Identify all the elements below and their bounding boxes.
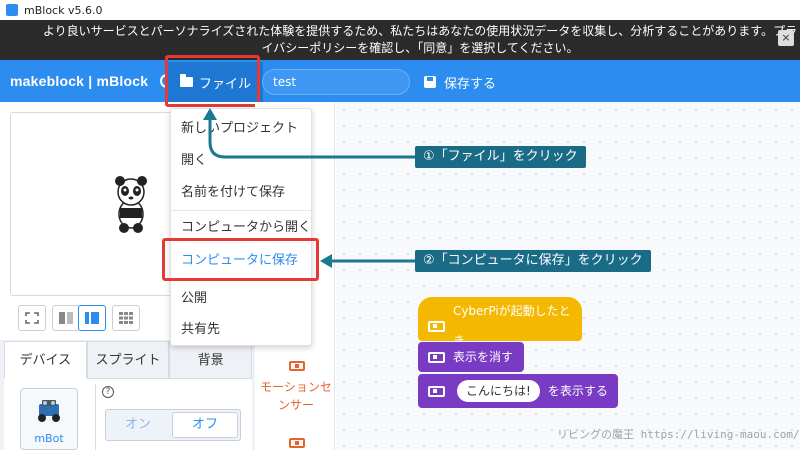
file-dropdown-menu: 新しいプロジェクト 開く 名前を付けて保存 コンピュータから開く コンピュータに… <box>170 108 313 346</box>
grid-icon <box>119 312 133 324</box>
notice-line-2: イバシーポリシーを確認し、「同意」を選択してください。 <box>261 41 579 55</box>
callout-step-2: ②「コンピュータに保存」をクリック <box>415 250 651 272</box>
fullscreen-icon <box>25 312 39 324</box>
show-text-block[interactable]: こんにちは! を表示する <box>418 374 618 408</box>
menu-item-open[interactable]: 開く <box>171 145 313 177</box>
file-menu-label: ファイル <box>199 76 252 92</box>
menu-item-open-from-computer[interactable]: コンピュータから開く <box>171 212 313 244</box>
panda-sprite[interactable] <box>112 176 150 234</box>
watermark: リビングの魔王 https://living-maou.com/ <box>557 428 800 441</box>
tab-sprites[interactable]: スプライト <box>86 341 170 379</box>
clear-display-block[interactable]: 表示を消す <box>418 342 524 372</box>
window-title: mBlock v5.6.0 <box>24 3 103 17</box>
cyberpi-icon <box>428 320 445 332</box>
large-stage-icon <box>85 312 99 324</box>
clear-block-label: 表示を消す <box>453 350 514 364</box>
fullscreen-button[interactable] <box>18 305 46 331</box>
large-stage-button[interactable] <box>78 305 106 331</box>
tab-devices[interactable]: デバイス <box>4 341 87 379</box>
mbot-robot-icon <box>38 400 60 422</box>
category-motion-sensor[interactable]: モーションセンサー <box>259 378 333 414</box>
online-offline-toggle: オン オフ <box>105 409 241 441</box>
save-button-label: 保存する <box>444 76 497 92</box>
menu-bar: makeblock | mBlock ファイル 保存する <box>0 60 800 102</box>
folder-icon <box>180 74 193 87</box>
project-name-input[interactable] <box>262 69 410 95</box>
small-stage-icon <box>59 312 73 324</box>
window-titlebar: mBlock v5.6.0 <box>0 0 800 20</box>
menu-item-save-as[interactable]: 名前を付けて保存 <box>171 177 313 209</box>
menu-item-new-project[interactable]: 新しいプロジェクト <box>171 113 313 145</box>
file-menu-button[interactable]: ファイル <box>168 62 264 102</box>
mblock-app-icon <box>6 4 18 16</box>
close-icon[interactable]: × <box>778 30 794 46</box>
tab-backdrops[interactable]: 背景 <box>169 341 253 379</box>
menu-item-save-to-computer[interactable]: コンピュータに保存 <box>171 245 313 277</box>
privacy-notice: より良いサービスとパーソナライズされた体験を提供するため、私たちはあなたの使用状… <box>0 20 800 60</box>
save-button[interactable]: 保存する <box>424 70 496 94</box>
mblock-logo: makeblock | mBlock <box>10 73 149 89</box>
toggle-on[interactable]: オン <box>106 410 170 440</box>
show-block-suffix: を表示する <box>547 384 608 398</box>
menu-item-share[interactable]: 共有先 <box>171 314 313 346</box>
grid-view-button[interactable] <box>112 305 140 331</box>
menu-separator <box>171 210 313 211</box>
save-disk-icon <box>424 76 436 88</box>
panel-tabs: デバイス スプライト 背景 <box>4 341 253 379</box>
cyberpi-icon <box>428 385 445 397</box>
show-text-value[interactable]: こんにちは! <box>457 380 540 402</box>
help-icon[interactable]: ? <box>102 386 114 398</box>
motion-sensor-icon[interactable] <box>289 361 305 371</box>
cyberpi-icon <box>428 351 445 363</box>
panel-divider <box>95 384 96 450</box>
toggle-off[interactable]: オフ <box>172 412 238 438</box>
small-stage-button[interactable] <box>52 305 80 331</box>
when-cyberpi-starts-block[interactable]: CyberPiが起動したとき <box>418 297 582 348</box>
next-category-icon[interactable] <box>289 438 305 448</box>
menu-separator <box>171 280 313 281</box>
notice-line-1: より良いサービスとパーソナライズされた体験を提供するため、私たちはあなたの使用状… <box>42 24 798 38</box>
menu-item-publish[interactable]: 公開 <box>171 283 313 315</box>
callout-step-1: ①「ファイル」をクリック <box>415 146 586 168</box>
device-name: mBot <box>34 432 64 445</box>
